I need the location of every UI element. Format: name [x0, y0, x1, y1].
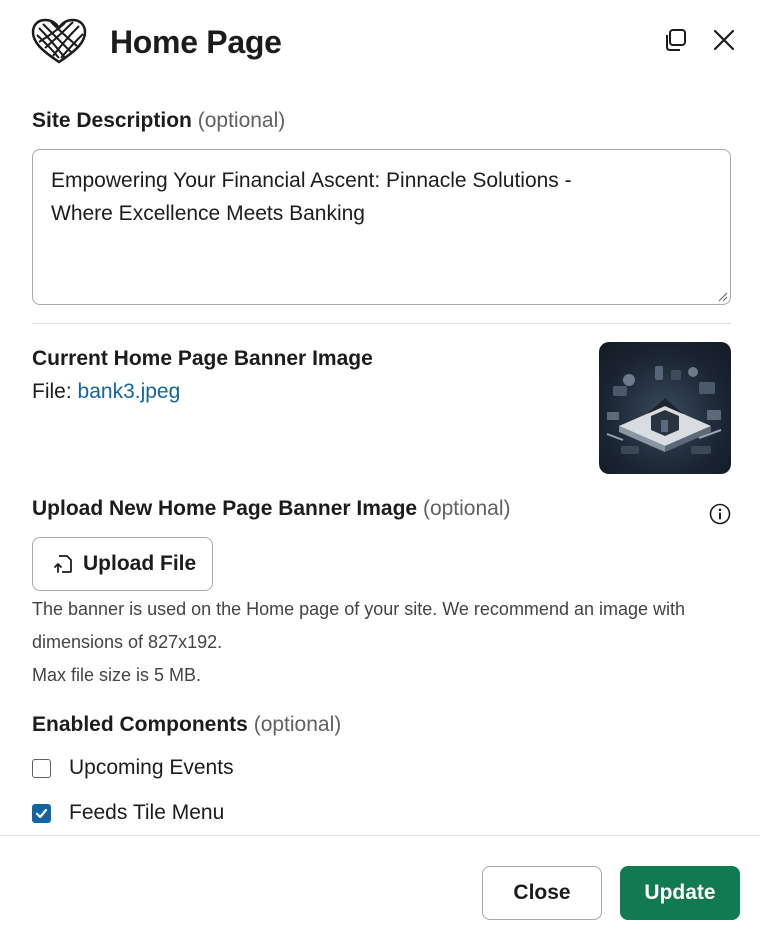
banner-help-text-1: The banner is used on the Home page of y… — [32, 599, 686, 619]
section-divider — [32, 323, 731, 324]
component-feeds-tile-menu[interactable]: Feeds Tile Menu — [32, 800, 224, 826]
page-title: Home Page — [110, 24, 282, 60]
max-file-size-text: Max file size is 5 MB. — [32, 665, 202, 685]
upload-file-icon — [54, 555, 72, 573]
site-description-textarea[interactable]: Empowering Your Financial Ascent: Pinnac… — [32, 149, 731, 305]
heart-knot-logo-icon — [31, 18, 87, 66]
current-banner-label: Current Home Page Banner Image — [32, 346, 373, 372]
upload-banner-label: Upload New Home Page Banner Image (optio… — [32, 496, 511, 522]
file-prefix: File: — [32, 380, 72, 403]
optional-tag: (optional) — [253, 713, 342, 736]
optional-tag: (optional) — [422, 497, 511, 520]
feeds-tile-menu-checkbox[interactable] — [32, 803, 51, 823]
banner-file-link[interactable]: bank3.jpeg — [78, 380, 181, 403]
optional-tag: (optional) — [197, 109, 286, 132]
feeds-tile-menu-label: Feeds Tile Menu — [69, 801, 225, 824]
close-dialog-button[interactable] — [708, 24, 740, 56]
resize-grip-icon[interactable] — [718, 292, 728, 302]
enabled-components-label: Enabled Components (optional) — [32, 712, 341, 738]
upload-file-label: Upload File — [83, 552, 197, 575]
popout-icon — [666, 29, 686, 51]
update-button[interactable]: Update — [620, 866, 740, 920]
footer-divider — [0, 835, 760, 836]
component-upcoming-events[interactable]: Upcoming Events — [32, 755, 234, 781]
site-description-label: Site Description (optional) — [32, 108, 285, 134]
site-description-label-text: Site Description — [32, 109, 192, 132]
info-icon[interactable] — [709, 503, 731, 525]
close-button[interactable]: Close — [482, 866, 602, 920]
current-banner-label-text: Current Home Page Banner Image — [32, 347, 373, 370]
upcoming-events-checkbox[interactable] — [32, 758, 51, 778]
upcoming-events-label: Upcoming Events — [69, 756, 234, 779]
current-banner-file: File: bank3.jpeg — [32, 379, 180, 405]
popout-button[interactable] — [659, 24, 691, 56]
enabled-components-label-text: Enabled Components — [32, 713, 248, 736]
upload-banner-label-text: Upload New Home Page Banner Image — [32, 497, 418, 520]
checkmark-icon — [35, 808, 48, 818]
upload-file-button[interactable]: Upload File — [32, 537, 213, 591]
close-icon — [713, 29, 735, 51]
banner-thumbnail — [599, 342, 731, 474]
modal-header: Home Page — [0, 0, 760, 84]
banner-help-text-2: dimensions of 827x192. — [32, 632, 223, 652]
